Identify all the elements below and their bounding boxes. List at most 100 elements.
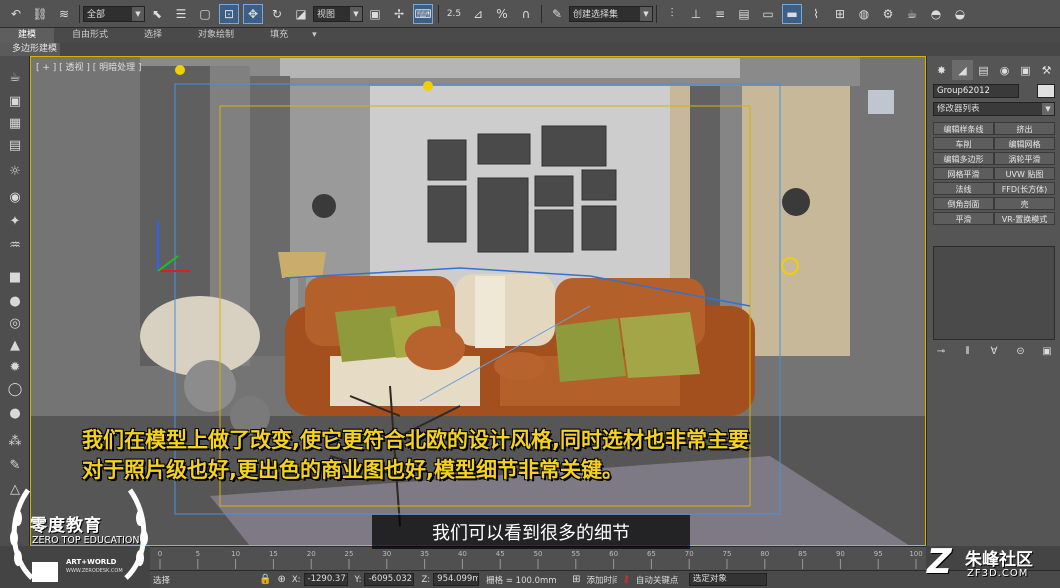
schematic-view-icon[interactable]: ⊞	[830, 4, 850, 24]
remove-modifier-icon[interactable]: ⊝	[1013, 344, 1029, 358]
set-key-icon[interactable]: ⚷	[623, 574, 630, 585]
tab-object-paint[interactable]: 对象绘制	[180, 28, 252, 43]
move-icon[interactable]: ✥	[243, 3, 263, 24]
sun-icon[interactable]: ✹	[5, 358, 25, 376]
modifier-button[interactable]: 网格平滑	[933, 167, 994, 180]
modifier-stack[interactable]	[933, 246, 1055, 340]
command-panel-tabs: ✸ ◢ ▤ ◉ ▣ ⚒	[931, 60, 1057, 80]
lock-icon[interactable]: 🔒	[259, 574, 271, 585]
modifier-button[interactable]: 平滑	[933, 212, 994, 225]
rendered-frame-icon[interactable]: ☕	[902, 4, 922, 24]
motion-icon[interactable]: ▤	[5, 136, 25, 154]
select-object-icon[interactable]: ⬉	[147, 4, 167, 24]
motion-tab-icon[interactable]: ◉	[994, 60, 1015, 80]
modifier-button[interactable]: VR-置换模式	[994, 212, 1055, 225]
cylinder-icon[interactable]: ◎	[5, 314, 25, 332]
sphere-icon[interactable]: ●	[5, 292, 25, 310]
modifier-list-dropdown[interactable]: 修改器列表 ▼	[933, 102, 1055, 116]
reference-coord-dropdown[interactable]: 视图 ▼	[313, 5, 363, 22]
window-crossing-icon[interactable]: ⊡	[219, 3, 239, 24]
graphite-ribbon-icon[interactable]: ▭	[758, 4, 778, 24]
selection-filter-dropdown[interactable]: 全部 ▼	[83, 5, 145, 22]
modifier-button[interactable]: FFD(长方体)	[994, 182, 1055, 195]
add-time-tag[interactable]: 添加时间标记	[587, 574, 617, 586]
modify-tab-icon[interactable]: ◢	[952, 60, 973, 80]
auto-key-button[interactable]: 自动关键点	[636, 574, 686, 586]
render-production-icon[interactable]: ◓	[926, 4, 946, 24]
render-setup-icon[interactable]: ⚙	[878, 4, 898, 24]
add-time-tag-icon[interactable]: ⊞	[572, 574, 580, 585]
brush-icon[interactable]: ✎	[5, 456, 25, 474]
select-by-name-icon[interactable]: ☰	[171, 4, 191, 24]
render-active-icon[interactable]: ◒	[950, 4, 970, 24]
rotate-icon[interactable]: ↻	[267, 4, 287, 24]
toggle-ribbon-icon[interactable]: ▬	[782, 3, 802, 24]
tab-selection[interactable]: 选择	[126, 28, 180, 43]
tab-modeling[interactable]: 建模	[0, 28, 55, 43]
undo-icon[interactable]: ↶	[6, 4, 26, 24]
modifier-button[interactable]: 编辑多边形	[933, 152, 994, 165]
link-icon[interactable]: ⛓	[30, 4, 50, 24]
create-icon[interactable]: ✸	[931, 60, 952, 80]
modifier-button[interactable]: 编辑样条线	[933, 122, 994, 135]
pin-stack-icon[interactable]: ⊸	[933, 344, 949, 358]
z-coord-field[interactable]: 954.099m	[433, 573, 480, 586]
rect-selection-icon[interactable]: ▢	[195, 4, 215, 24]
hierarchy-tab-icon[interactable]: ▤	[973, 60, 994, 80]
torus-icon[interactable]: ◯	[5, 380, 25, 398]
modifier-button[interactable]: 壳	[994, 197, 1055, 210]
viewport-label[interactable]: [ + ] [ 透视 ] [ 明暗处理 ]	[36, 60, 142, 73]
modifier-button[interactable]: 涡轮平滑	[994, 152, 1055, 165]
align-icon[interactable]: ⊥	[686, 4, 706, 24]
angle-snap-icon[interactable]: ⊿	[468, 4, 488, 24]
show-end-result-icon[interactable]: ⫴	[960, 344, 976, 358]
select-manipulate-icon[interactable]: ✢	[389, 4, 409, 24]
hierarchy-icon[interactable]: ▦	[5, 114, 25, 132]
modifier-button[interactable]: 法线	[933, 182, 994, 195]
mirror-icon[interactable]: ⫶	[662, 4, 682, 24]
helper-icon[interactable]: ✦	[5, 212, 25, 230]
absolute-mode-icon[interactable]: ⊕	[277, 574, 285, 585]
particle-icon[interactable]: ⁂	[5, 432, 25, 450]
pivot-center-icon[interactable]: ▣	[365, 4, 385, 24]
timeline[interactable]: 0 5 10 15 20 25 30 35 40 45 50 55 60 65 70 75 80 85 90 95 10…	[150, 546, 926, 570]
utilities-tab-icon[interactable]: ⚒	[1036, 60, 1057, 80]
snap-toggle-icon[interactable]: 2.5	[444, 4, 464, 24]
x-coord-field[interactable]: -1290.371	[303, 573, 348, 586]
key-filter-dropdown[interactable]: 选定对象	[688, 573, 767, 586]
object-name-field[interactable]: Group62012	[933, 84, 1019, 98]
layer-manager-icon[interactable]: ≡	[710, 4, 730, 24]
object-color-swatch[interactable]	[1037, 84, 1055, 98]
tab-populate[interactable]: 填充	[252, 28, 306, 43]
modifier-button[interactable]: 编辑网格	[994, 137, 1055, 150]
cone-icon[interactable]: ▲	[5, 336, 25, 354]
configure-sets-icon[interactable]: ▣	[1039, 344, 1055, 358]
teapot-icon[interactable]: ☕	[5, 68, 25, 86]
box-icon[interactable]: ■	[5, 268, 25, 286]
modifier-button[interactable]: UVW 贴图	[994, 167, 1055, 180]
ribbon-options-icon[interactable]: ▾	[306, 28, 323, 43]
scene-explorer-icon[interactable]: ▤	[734, 4, 754, 24]
scale-icon[interactable]: ◪	[291, 4, 311, 24]
make-unique-icon[interactable]: ∀	[986, 344, 1002, 358]
edit-named-selection-icon[interactable]: ✎	[547, 4, 567, 24]
keyboard-shortcut-icon[interactable]: ⌨	[413, 3, 433, 24]
modifier-button[interactable]: 倒角剖面	[933, 197, 994, 210]
modifier-button[interactable]: 车削	[933, 137, 994, 150]
modifier-button[interactable]: 挤出	[994, 122, 1055, 135]
percent-snap-icon[interactable]: %	[492, 4, 512, 24]
ribbon-sub-label[interactable]: 多边形建模	[0, 43, 60, 56]
light-icon[interactable]: ☼	[5, 162, 25, 180]
modify-icon[interactable]: ▣	[5, 92, 25, 110]
camera-icon[interactable]: ◉	[5, 188, 25, 206]
tab-freeform[interactable]: 自由形式	[54, 28, 126, 43]
spinner-snap-icon[interactable]: ∩	[516, 4, 536, 24]
y-coord-field[interactable]: -6095.032	[364, 573, 415, 586]
spacewarp-icon[interactable]: ♒	[5, 236, 25, 254]
curve-editor-icon[interactable]: ⌇	[806, 4, 826, 24]
sphere-small-icon[interactable]: ●	[5, 404, 25, 422]
named-selection-dropdown[interactable]: 创建选择集 ▼	[569, 5, 653, 22]
unlink-icon[interactable]: ≋	[54, 4, 74, 24]
material-editor-icon[interactable]: ◍	[854, 4, 874, 24]
display-tab-icon[interactable]: ▣	[1015, 60, 1036, 80]
